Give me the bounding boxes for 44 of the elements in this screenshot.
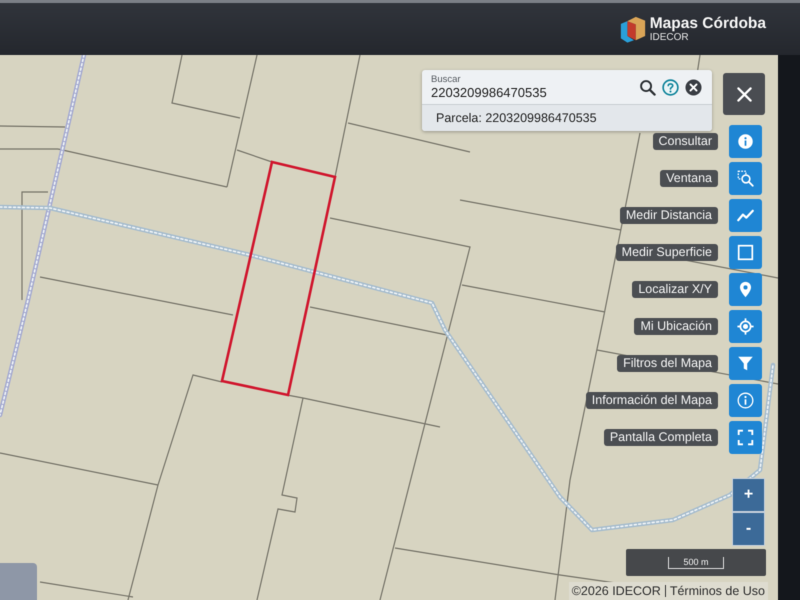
info-icon	[737, 133, 754, 150]
clear-icon[interactable]	[685, 78, 702, 96]
app-title: Mapas Córdoba	[650, 15, 766, 32]
tool-label: Consultar	[652, 133, 718, 150]
copyright-text: ©2026 IDECOR	[572, 584, 661, 598]
zoom-area-icon	[737, 170, 754, 187]
close-icon	[736, 86, 752, 102]
tool-label: Localizar X/Y	[632, 281, 718, 298]
help-icon[interactable]	[662, 78, 679, 96]
zoom-out-button[interactable]: -	[732, 512, 765, 546]
tool-label: Medir Superficie	[616, 244, 718, 261]
tool-label: Medir Distancia	[620, 207, 718, 224]
zoom-in-button[interactable]: +	[732, 478, 765, 512]
tool-button[interactable]	[729, 162, 762, 195]
fullscreen-icon	[737, 429, 754, 446]
close-button[interactable]	[723, 73, 765, 115]
search-icon[interactable]	[639, 78, 656, 96]
terms-link[interactable]: Términos de Uso	[670, 584, 765, 598]
crosshair-icon	[737, 318, 754, 335]
tool-label: Ventana	[660, 170, 718, 187]
tool-button[interactable]	[729, 199, 762, 232]
info-icon	[737, 392, 754, 409]
search-field[interactable]: 2203209986470535	[431, 85, 621, 100]
tool-button[interactable]	[729, 125, 762, 158]
tool-button[interactable]	[729, 273, 762, 306]
tool-button[interactable]	[729, 384, 762, 417]
tool-label: Pantalla Completa	[604, 429, 718, 446]
tool-button[interactable]	[729, 421, 762, 454]
logo-icon	[618, 14, 647, 44]
map-pin-icon	[737, 281, 754, 298]
tool-button[interactable]	[729, 310, 762, 343]
tool-button[interactable]	[729, 236, 762, 269]
square-icon	[737, 244, 754, 261]
polyline-icon	[737, 207, 754, 224]
app-subtitle: IDECOR	[650, 32, 690, 43]
funnel-icon	[737, 355, 754, 372]
search-result[interactable]: Parcela: 2203209986470535	[422, 104, 712, 131]
scale-bar: 500 m	[668, 556, 724, 568]
tool-label: Mi Ubicación	[634, 318, 718, 335]
search-label: Buscar	[431, 74, 461, 85]
map-control-tile[interactable]	[0, 563, 37, 600]
tool-label: Filtros del Mapa	[617, 355, 718, 372]
tool-button[interactable]	[729, 347, 762, 380]
tool-label: Información del Mapa	[586, 392, 718, 409]
